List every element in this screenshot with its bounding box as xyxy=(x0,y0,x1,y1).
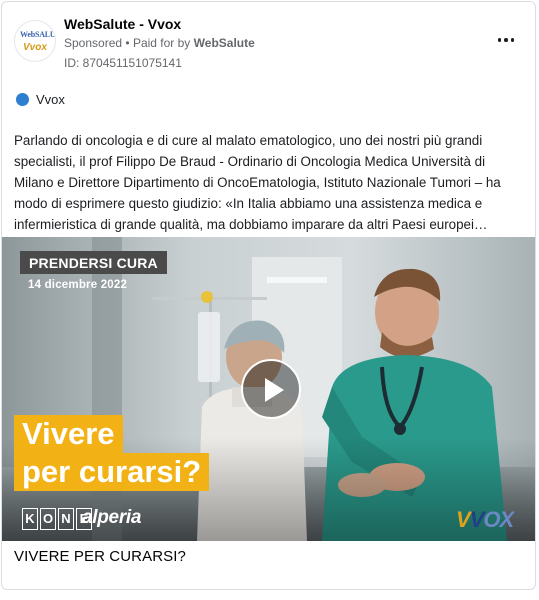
payer-name[interactable]: WebSalute xyxy=(194,36,255,50)
sponsored-label: Sponsored xyxy=(64,36,123,50)
vvox-logo: VVOX xyxy=(456,507,514,532)
headline-line2: per curarsi? xyxy=(14,453,210,491)
play-button[interactable] xyxy=(241,359,301,419)
play-icon xyxy=(265,378,284,402)
page-avatar[interactable]: WebSALUTE Vvox xyxy=(14,20,56,62)
video-caption-link[interactable]: VIVERE PER CURARSI? xyxy=(14,548,186,565)
kone-letter: O xyxy=(40,508,56,530)
paid-for-label: Paid for by xyxy=(132,36,191,50)
ad-post-card: WebSALUTE Vvox WebSalute - Vvox Sponsore… xyxy=(1,1,536,590)
avatar-logo-line1: WebSALUTE xyxy=(20,30,56,39)
video-thumbnail[interactable]: PRENDERSI CURA 14 dicembre 2022 Vivere p… xyxy=(2,237,535,541)
separator-dot: • xyxy=(125,36,130,50)
segment-tag: PRENDERSI CURA xyxy=(20,251,167,274)
platform-dot-icon xyxy=(16,93,29,106)
platform-label: Vvox xyxy=(36,92,65,107)
ad-id: ID: 870451151075141 xyxy=(64,56,182,70)
page-name-link[interactable]: WebSalute - Vvox xyxy=(64,16,181,32)
kone-letter: N xyxy=(58,508,74,530)
segment-date: 14 dicembre 2022 xyxy=(28,279,128,291)
headline-line1: Vivere xyxy=(14,415,123,453)
post-body-text: Parlando di oncologia e di cure al malat… xyxy=(14,133,501,232)
sponsored-line: Sponsored • Paid for by WebSalute xyxy=(64,36,255,50)
alperia-logo: alperia xyxy=(82,507,142,528)
more-options-icon[interactable] xyxy=(492,30,520,50)
kone-letter: K xyxy=(22,508,38,530)
avatar-logo-line2: Vvox xyxy=(23,42,47,53)
platform-row: Vvox xyxy=(16,92,65,107)
